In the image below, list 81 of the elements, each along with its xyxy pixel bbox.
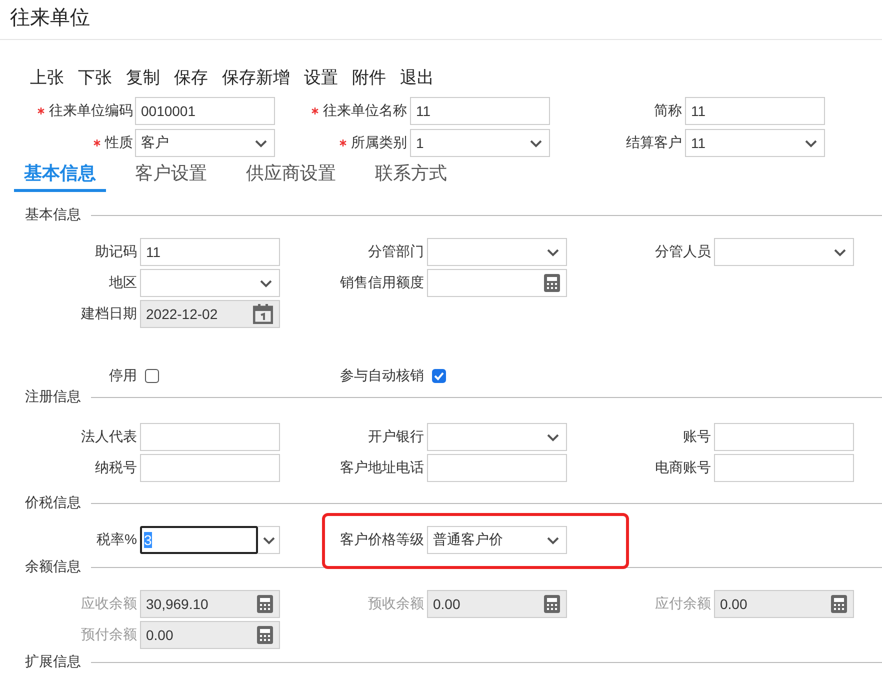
text-field[interactable]: 11 — [410, 97, 550, 125]
field-label: 客户价格等级 — [340, 530, 424, 548]
section-title: 扩展信息 — [25, 653, 81, 671]
number-field: 30,969.10 — [140, 590, 280, 618]
text-field[interactable] — [140, 454, 280, 482]
number-field: 0.00 — [714, 590, 854, 618]
field-label: 往来单位名称 — [323, 102, 407, 120]
section-title: 余额信息 — [25, 558, 81, 576]
section-title: 注册信息 — [25, 388, 81, 406]
field-label: 销售信用额度 — [340, 274, 424, 292]
tab[interactable]: 基本信息 — [14, 156, 106, 192]
toolbar-button[interactable]: 保存新增 — [222, 66, 290, 88]
tab[interactable]: 供应商设置 — [236, 156, 346, 192]
text-field[interactable] — [140, 422, 280, 450]
required-icon — [93, 139, 101, 147]
text-field[interactable] — [714, 422, 854, 450]
text-field[interactable]: 0010001 — [135, 97, 275, 125]
checkbox[interactable] — [145, 369, 159, 383]
field-label: 助记码 — [95, 242, 137, 260]
field-label: 简称 — [654, 102, 682, 120]
calendar-icon — [253, 304, 273, 324]
field-label: 往来单位编码 — [49, 102, 133, 120]
field-label: 地区 — [109, 274, 137, 292]
text-field[interactable]: 11 — [685, 97, 825, 125]
tab[interactable]: 联系方式 — [365, 156, 457, 192]
field-label: 税率% — [96, 530, 137, 548]
dropdown-field[interactable] — [714, 238, 854, 266]
field-label: 性质 — [105, 134, 133, 152]
dropdown-button[interactable] — [258, 526, 280, 554]
text-field[interactable] — [714, 454, 854, 482]
field-label: 账号 — [683, 428, 711, 446]
required-icon — [37, 107, 45, 115]
field-label: 分管部门 — [368, 242, 424, 260]
dropdown-field[interactable]: 普通客户价 — [427, 526, 567, 554]
number-field: 0.00 — [427, 590, 567, 618]
text-field[interactable] — [427, 454, 567, 482]
number-field[interactable] — [427, 268, 567, 296]
dropdown-field[interactable]: 1 — [410, 129, 550, 157]
toolbar-button[interactable]: 退出 — [400, 66, 434, 88]
check-icon — [433, 370, 445, 382]
field-label: 结算客户 — [626, 134, 682, 152]
calculator-icon — [544, 274, 560, 292]
field-label: 预收余额 — [368, 594, 424, 612]
field-label: 停用 — [109, 367, 137, 385]
tab[interactable]: 客户设置 — [125, 156, 217, 192]
dropdown-field[interactable] — [427, 238, 567, 266]
section-title: 基本信息 — [25, 206, 81, 224]
field-label: 纳税号 — [95, 458, 137, 476]
number-field: 0.00 — [140, 620, 280, 648]
field-label: 电商账号 — [655, 458, 711, 476]
checkbox[interactable] — [432, 369, 446, 383]
field-label: 所属类别 — [351, 134, 407, 152]
calculator-icon — [257, 626, 273, 644]
field-label: 预付余额 — [81, 626, 137, 644]
field-label: 法人代表 — [81, 428, 137, 446]
field-label: 开户银行 — [368, 428, 424, 446]
dropdown-field[interactable]: 客户 — [135, 129, 275, 157]
dropdown-field[interactable] — [140, 268, 280, 296]
toolbar-button[interactable]: 复制 — [126, 66, 160, 88]
toolbar-button[interactable]: 下张 — [78, 66, 112, 88]
calculator-icon — [544, 594, 560, 612]
field-label: 应付余额 — [655, 594, 711, 612]
toolbar-button[interactable]: 附件 — [352, 66, 386, 88]
dropdown-field[interactable]: 11 — [685, 129, 825, 157]
toolbar-button[interactable]: 保存 — [174, 66, 208, 88]
section-title: 价税信息 — [25, 494, 81, 512]
field-label: 分管人员 — [655, 242, 711, 260]
page-title: 往来单位 — [10, 7, 90, 29]
text-field[interactable]: 11 — [140, 238, 280, 266]
dropdown-field[interactable] — [427, 422, 567, 450]
date-field[interactable]: 2022-12-02 — [140, 300, 280, 328]
toolbar-button[interactable]: 上张 — [30, 66, 64, 88]
toolbar-button[interactable]: 设置 — [304, 66, 338, 88]
calculator-icon — [257, 594, 273, 612]
required-icon — [339, 139, 347, 147]
field-label: 应收余额 — [81, 594, 137, 612]
required-icon — [311, 107, 319, 115]
field-label: 建档日期 — [81, 304, 137, 322]
field-label: 参与自动核销 — [340, 367, 424, 385]
field-label: 客户地址电话 — [340, 458, 424, 476]
calculator-icon — [831, 594, 847, 612]
